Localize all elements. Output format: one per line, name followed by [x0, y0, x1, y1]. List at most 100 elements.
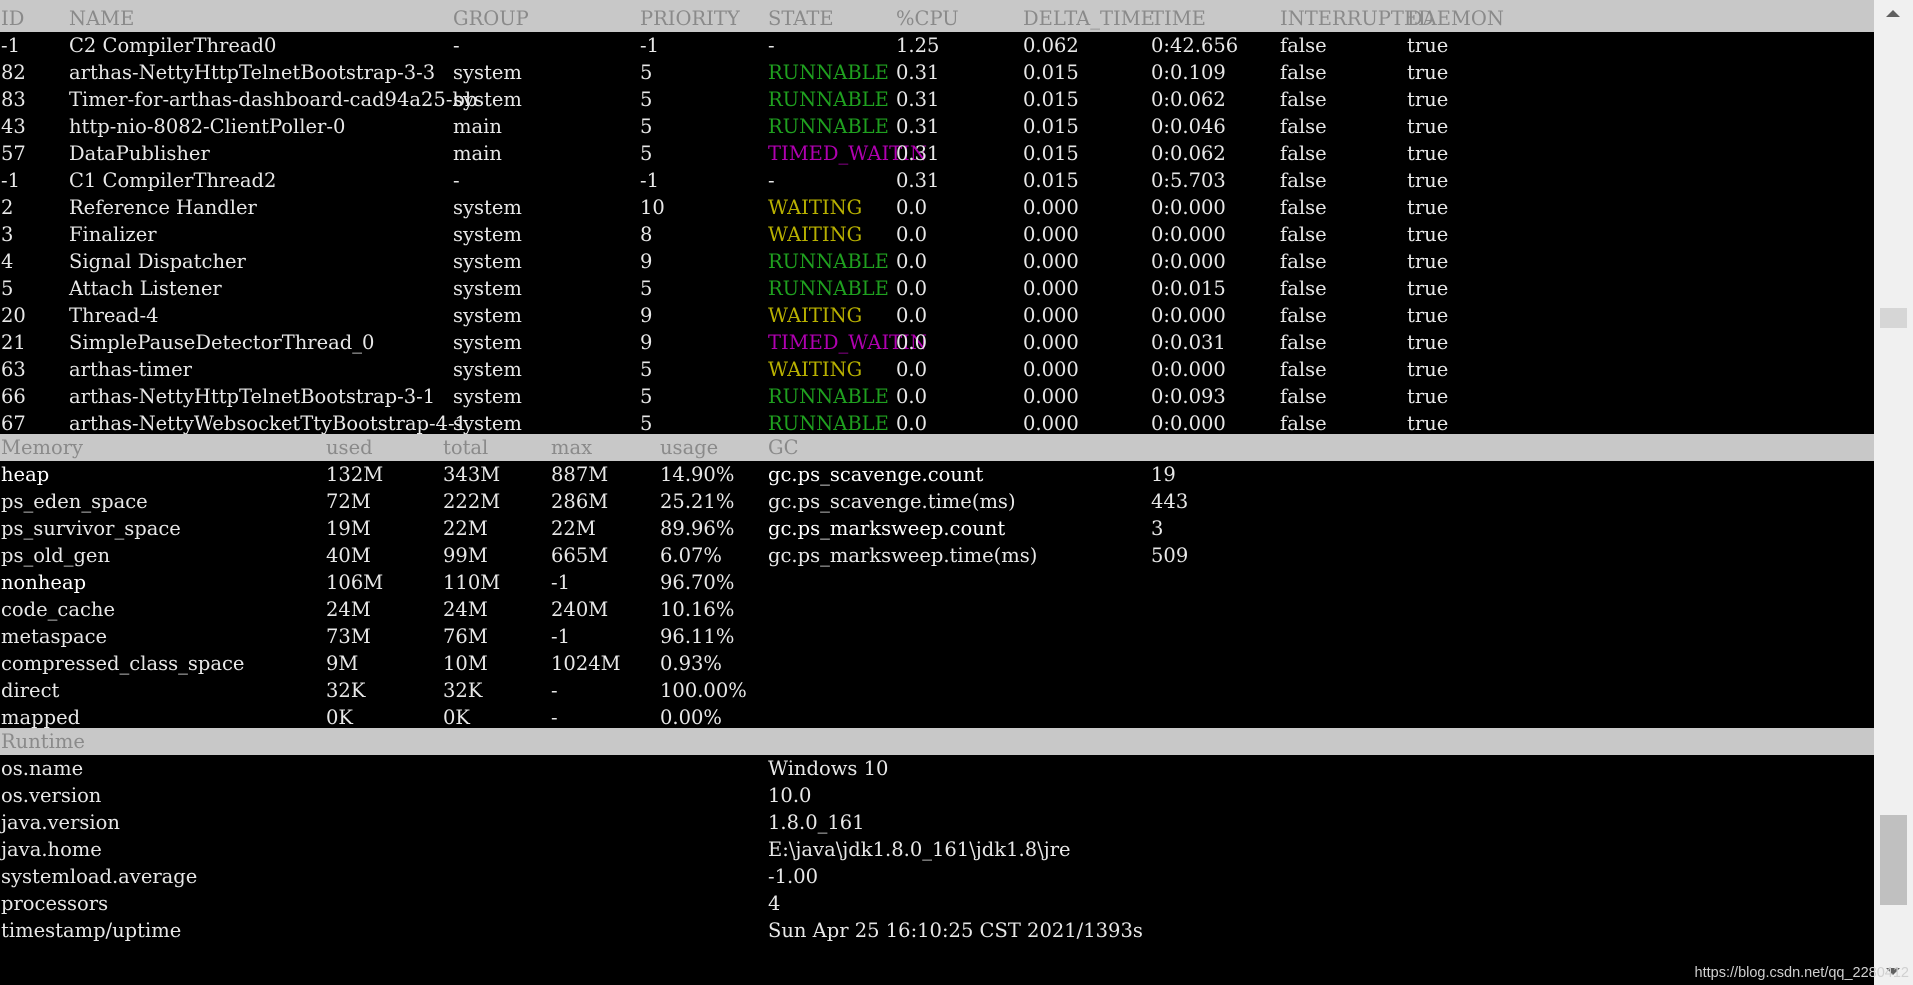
gc-value: 443 — [1151, 490, 1189, 513]
thread-group: system — [453, 412, 522, 435]
thread-cpu: 0.0 — [896, 250, 928, 273]
thread-daemon: true — [1407, 304, 1449, 327]
thread-priority: 5 — [640, 142, 653, 165]
thread-interrupted: false — [1280, 304, 1327, 327]
memory-used: 40M — [326, 544, 371, 567]
thread-row: 82 arthas-NettyHttpTelnetBootstrap-3-3 sys… — [0, 59, 1874, 86]
thread-name: Timer-for-arthas-dashboard-cad94a25-bb — [69, 88, 478, 111]
memory-max: 665M — [551, 544, 609, 567]
memory-usage: 6.07% — [660, 544, 722, 567]
thread-group: system — [453, 385, 522, 408]
thread-name: Thread-4 — [69, 304, 159, 327]
thread-cpu: 0.31 — [896, 88, 940, 111]
thread-name: arthas-NettyHttpTelnetBootstrap-3-3 — [69, 61, 436, 84]
memory-total: 222M — [443, 490, 501, 513]
thread-name: arthas-NettyWebsocketTtyBootstrap-4-1 — [69, 412, 467, 435]
runtime-key: timestamp/uptime — [1, 919, 182, 942]
thread-interrupted: false — [1280, 385, 1327, 408]
thread-id: 43 — [1, 115, 26, 138]
thread-state: RUNNABLE — [768, 250, 889, 273]
memory-row: metaspace 73M 76M -1 96.11% — [0, 623, 1874, 650]
memory-used: 32K — [326, 679, 366, 702]
scroll-up-arrow-icon[interactable] — [1886, 10, 1900, 17]
thread-delta-time: 0.000 — [1023, 412, 1079, 435]
memory-usage: 10.16% — [660, 598, 735, 621]
thread-daemon: true — [1407, 34, 1449, 57]
thread-interrupted: false — [1280, 250, 1327, 273]
thread-priority: -1 — [640, 34, 659, 57]
thread-state: RUNNABLE — [768, 115, 889, 138]
memory-max: 286M — [551, 490, 609, 513]
vertical-scrollbar[interactable] — [1874, 0, 1913, 985]
thread-delta-time: 0.015 — [1023, 169, 1079, 192]
thread-group: main — [453, 115, 502, 138]
thread-priority: 9 — [640, 250, 653, 273]
memory-total: 99M — [443, 544, 488, 567]
thread-group: - — [453, 34, 460, 57]
memory-name: ps_survivor_space — [1, 517, 181, 540]
thread-time: 0:0.000 — [1151, 250, 1226, 273]
thread-time: 0:0.000 — [1151, 196, 1226, 219]
thread-state: WAITING — [768, 304, 863, 327]
runtime-key: processors — [1, 892, 109, 915]
scrollbar-thumb[interactable] — [1880, 815, 1907, 905]
memory-usage: 0.00% — [660, 706, 722, 729]
thread-daemon: true — [1407, 196, 1449, 219]
memory-used: 106M — [326, 571, 384, 594]
memory-name: compressed_class_space — [1, 652, 245, 675]
thread-interrupted: false — [1280, 61, 1327, 84]
thread-row: 66 arthas-NettyHttpTelnetBootstrap-3-1 sys… — [0, 383, 1874, 410]
column-header-state: STATE — [768, 7, 834, 30]
column-header-used: used — [326, 436, 373, 459]
thread-name: Attach Listener — [69, 277, 222, 300]
thread-row: 43 http-nio-8082-ClientPoller-0 main 5 RUNNA… — [0, 113, 1874, 140]
thread-cpu: 0.0 — [896, 196, 928, 219]
memory-name: ps_old_gen — [1, 544, 111, 567]
thread-cpu: 0.0 — [896, 304, 928, 327]
thread-state: WAITING — [768, 196, 863, 219]
thread-id: 2 — [1, 196, 14, 219]
runtime-row: processors 4 — [0, 890, 1874, 917]
column-header-max: max — [551, 436, 593, 459]
memory-name: nonheap — [1, 571, 87, 594]
column-header-daemon: DAEMON — [1407, 7, 1504, 30]
memory-max: 1024M — [551, 652, 621, 675]
thread-priority: 5 — [640, 412, 653, 435]
memory-max: 887M — [551, 463, 609, 486]
column-header-id: ID — [1, 7, 25, 30]
runtime-key: os.version — [1, 784, 102, 807]
thread-state: WAITING — [768, 223, 863, 246]
thread-delta-time: 0.000 — [1023, 358, 1079, 381]
thread-id: 21 — [1, 331, 26, 354]
thread-priority: 5 — [640, 115, 653, 138]
runtime-row: java.version 1.8.0_161 — [0, 809, 1874, 836]
thread-row: 2 Reference Handler system 10 WAITING 0.0 0.00… — [0, 194, 1874, 221]
thread-cpu: 0.31 — [896, 142, 940, 165]
thread-priority: 8 — [640, 223, 653, 246]
thread-name: C2 CompilerThread0 — [69, 34, 277, 57]
thread-row: 83 Timer-for-arthas-dashboard-cad94a25-bb… — [0, 86, 1874, 113]
memory-name: direct — [1, 679, 60, 702]
thread-daemon: true — [1407, 142, 1449, 165]
thread-state: RUNNABLE — [768, 385, 889, 408]
thread-daemon: true — [1407, 385, 1449, 408]
thread-row: 20 Thread-4 system 9 WAITING 0.0 0.000 0:0.000 f… — [0, 302, 1874, 329]
memory-total: 343M — [443, 463, 501, 486]
memory-usage: 14.90% — [660, 463, 735, 486]
thread-id: 4 — [1, 250, 14, 273]
memory-max: - — [551, 706, 558, 729]
gc-value: 509 — [1151, 544, 1189, 567]
memory-used: 9M — [326, 652, 359, 675]
memory-name: code_cache — [1, 598, 116, 621]
thread-interrupted: false — [1280, 142, 1327, 165]
thread-state: RUNNABLE — [768, 277, 889, 300]
column-header-usage: usage — [660, 436, 719, 459]
memory-row: nonheap 106M 110M -1 96.70% — [0, 569, 1874, 596]
column-header-delta-time: DELTA_TIME — [1023, 7, 1155, 30]
thread-delta-time: 0.000 — [1023, 223, 1079, 246]
thread-time: 0:0.093 — [1151, 385, 1226, 408]
thread-id: 3 — [1, 223, 14, 246]
gc-name: gc.ps_scavenge.time(ms) — [768, 490, 1016, 513]
thread-delta-time: 0.000 — [1023, 331, 1079, 354]
thread-row: 21 SimplePauseDetectorThread_0 system 9 TIME… — [0, 329, 1874, 356]
